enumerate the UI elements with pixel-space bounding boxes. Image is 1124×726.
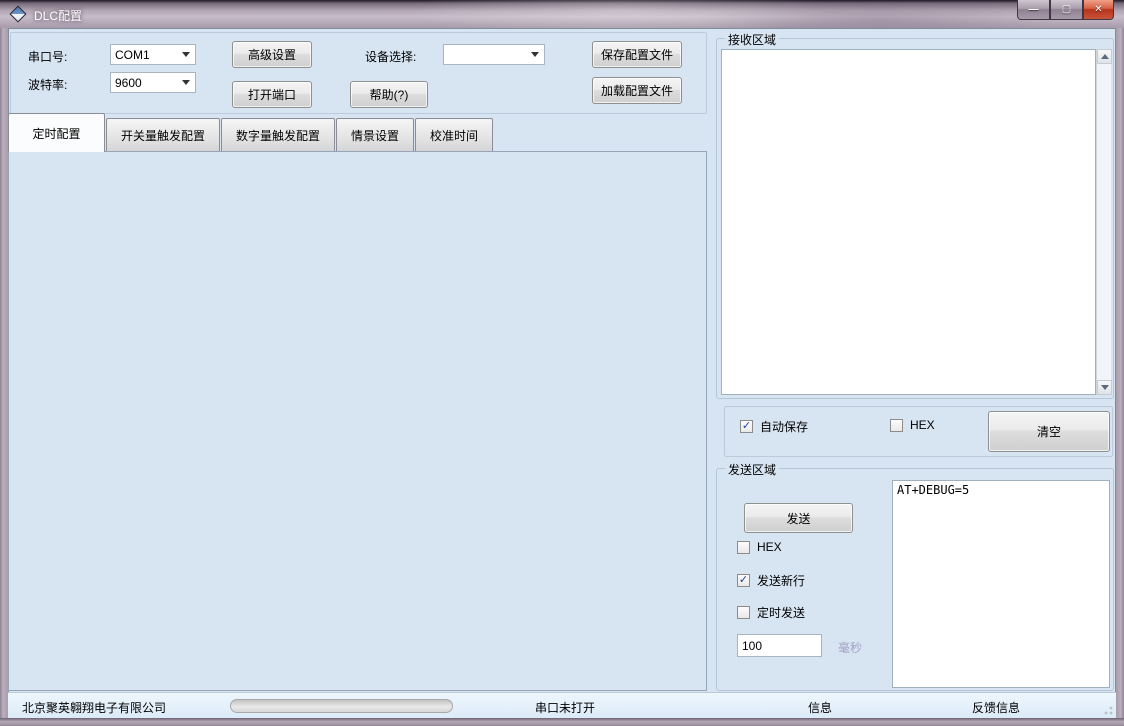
- tab-label: 开关量触发配置: [121, 127, 205, 144]
- tab-label: 校准时间: [430, 127, 478, 144]
- interval-unit-label: 毫秒: [838, 639, 862, 656]
- app-window: DLC配置 — ▢ ✕ 串口号: COM1 波特率: 9600 高级设置 打开端…: [0, 0, 1124, 726]
- save-config-button[interactable]: 保存配置文件: [592, 41, 682, 68]
- timed-send-label: 定时发送: [757, 604, 805, 621]
- load-config-button[interactable]: 加载配置文件: [592, 77, 682, 104]
- receive-hex-label: HEX: [910, 418, 935, 432]
- autosave-label: 自动保存: [760, 418, 808, 435]
- tab-page: [8, 151, 707, 691]
- timed-send-checkbox[interactable]: [737, 606, 750, 619]
- window-frame-bottom: [0, 718, 1124, 726]
- status-bar: 北京聚英翱翔电子有限公司 串口未打开 信息 反馈信息: [8, 692, 1116, 718]
- title-bar[interactable]: DLC配置 — ▢ ✕: [0, 0, 1124, 28]
- window-title: DLC配置: [34, 7, 82, 24]
- com-port-value: COM1: [115, 48, 150, 62]
- tab-label: 数字量触发配置: [236, 127, 320, 144]
- receive-area-label: 接收区域: [725, 31, 779, 48]
- interval-input[interactable]: 100: [737, 634, 822, 657]
- send-newline-checkbox[interactable]: ✓: [737, 574, 750, 587]
- tab-4[interactable]: 情景设置: [336, 118, 414, 152]
- advanced-settings-button[interactable]: 高级设置: [232, 41, 312, 68]
- tab-1[interactable]: 定时配置: [8, 113, 105, 152]
- maximize-button[interactable]: ▢: [1050, 0, 1083, 20]
- com-port-label: 串口号:: [28, 48, 67, 65]
- send-textarea[interactable]: AT+DEBUG=5: [892, 480, 1110, 688]
- help-question-button[interactable]: 帮助(?): [350, 81, 428, 108]
- device-select-label: 设备选择:: [365, 48, 416, 65]
- window-frame-right: [1116, 28, 1124, 718]
- titlebar-glass-sheen: [0, 0, 1124, 28]
- progress-bar: [230, 699, 453, 713]
- window-frame-left: [0, 28, 8, 718]
- tab-2[interactable]: 开关量触发配置: [106, 118, 220, 152]
- minimize-button[interactable]: —: [1017, 0, 1050, 20]
- send-hex-label: HEX: [757, 540, 782, 554]
- send-newline-label: 发送新行: [757, 572, 805, 589]
- receive-scrollbar[interactable]: [1096, 49, 1111, 395]
- tab-label: 定时配置: [32, 125, 80, 142]
- baud-rate-select[interactable]: 9600: [110, 72, 196, 93]
- open-port-button[interactable]: 打开端口: [232, 81, 312, 108]
- scroll-up-icon[interactable]: [1097, 49, 1112, 64]
- receive-textarea[interactable]: [721, 49, 1096, 395]
- device-select[interactable]: [443, 44, 545, 65]
- close-button[interactable]: ✕: [1083, 0, 1114, 20]
- receive-clear-button[interactable]: 清空: [988, 411, 1110, 452]
- port-status-text: 串口未打开: [535, 699, 595, 716]
- status-info-label: 信息: [808, 699, 832, 716]
- tab-5[interactable]: 校准时间: [415, 118, 493, 152]
- tab-3[interactable]: 数字量触发配置: [221, 118, 335, 152]
- baud-rate-value: 9600: [115, 76, 142, 90]
- tab-label: 情景设置: [351, 127, 399, 144]
- company-name: 北京聚英翱翔电子有限公司: [22, 699, 166, 716]
- receive-hex-checkbox[interactable]: [890, 419, 903, 432]
- baud-rate-label: 波特率:: [28, 76, 67, 93]
- send-hex-checkbox[interactable]: [737, 541, 750, 554]
- tab-bar: 定时配置 开关量触发配置 数字量触发配置 情景设置 校准时间: [8, 113, 494, 152]
- send-button[interactable]: 发送: [744, 503, 853, 533]
- send-area-label: 发送区域: [725, 461, 779, 478]
- status-feedback-label: 反馈信息: [972, 699, 1020, 716]
- autosave-checkbox[interactable]: ✓: [740, 420, 753, 433]
- resize-grip-icon[interactable]: [1101, 703, 1113, 715]
- scroll-down-icon[interactable]: [1097, 380, 1112, 395]
- com-port-select[interactable]: COM1: [110, 44, 196, 65]
